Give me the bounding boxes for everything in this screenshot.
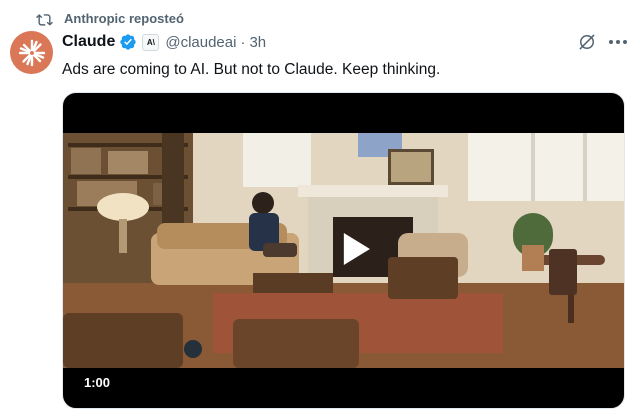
- repost-icon: [36, 11, 53, 26]
- video-player[interactable]: [62, 92, 625, 409]
- play-icon[interactable]: [325, 220, 383, 278]
- grok-icon[interactable]: [576, 31, 598, 53]
- avatar[interactable]: [10, 31, 53, 74]
- timestamp[interactable]: 3h: [249, 34, 266, 51]
- tweet-text: Ads are coming to AI. But not to Claude.…: [62, 61, 441, 78]
- more-options-icon[interactable]: [606, 31, 630, 53]
- claude-logo-icon: [18, 39, 45, 66]
- video-duration: 1:00: [84, 375, 111, 390]
- tweet-header: Claude A\ @claudeai · 3h: [62, 31, 266, 53]
- affiliate-badge[interactable]: A\: [142, 33, 160, 51]
- verified-badge-icon[interactable]: [119, 33, 137, 51]
- author-name[interactable]: Claude: [62, 33, 115, 51]
- author-handle[interactable]: @claudeai: [165, 34, 236, 51]
- repost-label[interactable]: Anthropic reposteó: [64, 11, 184, 26]
- repost-indicator[interactable]: Anthropic reposteó: [36, 9, 184, 27]
- separator-dot: ·: [240, 33, 246, 51]
